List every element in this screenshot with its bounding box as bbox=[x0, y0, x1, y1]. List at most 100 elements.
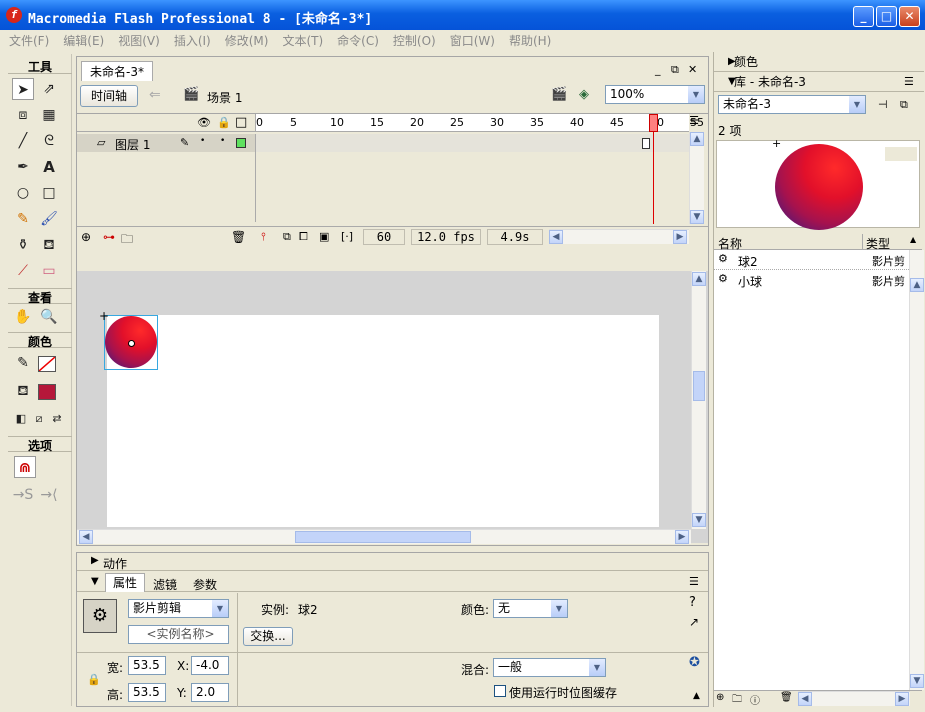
scroll-down-icon[interactable]: ▼ bbox=[692, 513, 706, 527]
timeline-hscroll[interactable]: ◀ ▶ bbox=[549, 229, 689, 244]
new-library-panel-icon[interactable]: ⧉ bbox=[900, 98, 908, 112]
tab-parameters[interactable]: 参数 bbox=[193, 576, 217, 593]
brush-tool-icon[interactable]: 🖌 bbox=[38, 208, 60, 230]
selection-tool-icon[interactable]: ➤ bbox=[12, 78, 34, 100]
scroll-down-icon[interactable]: ▼ bbox=[910, 674, 924, 688]
stroke-color-swatch[interactable] bbox=[38, 356, 56, 372]
layer-lock-dot[interactable]: • bbox=[220, 136, 225, 146]
stage-area[interactable]: + ▲ ▼ ◀ ▶ bbox=[77, 271, 708, 544]
edit-actions-icon[interactable]: ↗ bbox=[689, 615, 699, 629]
scroll-up-icon[interactable]: ▲ bbox=[690, 132, 704, 146]
tab-properties[interactable]: 属性 bbox=[105, 573, 145, 592]
scroll-left-icon[interactable]: ◀ bbox=[79, 530, 93, 544]
constrain-lock-icon[interactable]: 🔒 bbox=[87, 673, 101, 686]
eraser-tool-icon[interactable]: ▭ bbox=[38, 260, 60, 282]
ink-bottle-tool-icon[interactable]: ⚱ bbox=[12, 234, 34, 256]
modify-markers-icon[interactable]: [·] bbox=[341, 230, 353, 243]
doc-restore-icon[interactable]: ⧉ bbox=[671, 63, 679, 77]
hand-tool-icon[interactable]: ✋ bbox=[12, 306, 34, 328]
timeline-button[interactable]: 时间轴 bbox=[80, 85, 138, 107]
onion-outline-icon[interactable]: ⧠ bbox=[299, 230, 308, 244]
selected-instance[interactable] bbox=[104, 315, 158, 370]
edit-scene-icon[interactable]: 🎬 bbox=[551, 87, 567, 102]
frame-ruler[interactable]: 0 51015202530354045505560 bbox=[255, 114, 744, 132]
keyframe-end[interactable] bbox=[642, 138, 650, 149]
zoom-tool-icon[interactable]: 🔍 bbox=[38, 306, 60, 328]
fill-transform-tool-icon[interactable]: ▦ bbox=[38, 104, 60, 126]
menu-modify[interactable]: 修改(M) bbox=[216, 30, 274, 49]
height-field[interactable]: 53.5 bbox=[128, 683, 166, 702]
add-layer-icon[interactable]: ⊕ bbox=[81, 230, 91, 244]
layer-row[interactable]: ▱ 图层 1 ✎ • • bbox=[77, 134, 255, 152]
playhead[interactable] bbox=[649, 114, 658, 132]
tab-filters[interactable]: 滤镜 bbox=[153, 576, 177, 593]
menu-edit[interactable]: 编辑(E) bbox=[54, 30, 109, 49]
pen-tool-icon[interactable]: ✒ bbox=[12, 156, 34, 178]
library-hscroll[interactable]: ◀ ▶ bbox=[798, 691, 910, 706]
collapse-up-icon[interactable]: ▲ bbox=[693, 691, 700, 701]
library-document-select[interactable]: 未命名-3 ▼ bbox=[718, 95, 866, 114]
stage-vscroll[interactable]: ▲ ▼ bbox=[691, 271, 706, 529]
zoom-select[interactable]: 100% ▼ bbox=[605, 85, 705, 104]
scroll-left-icon[interactable]: ◀ bbox=[549, 230, 563, 244]
add-folder-icon[interactable]: 🗀 bbox=[121, 230, 133, 251]
minimize-button[interactable]: _ bbox=[853, 6, 874, 27]
scroll-right-icon[interactable]: ▶ bbox=[895, 692, 909, 706]
timeline-vscroll[interactable]: ▲ ▼ bbox=[689, 132, 704, 224]
free-transform-tool-icon[interactable]: ⧈ bbox=[12, 104, 34, 126]
scroll-up-icon[interactable]: ▲ bbox=[910, 278, 924, 292]
pin-library-icon[interactable]: ⊣ bbox=[878, 98, 888, 111]
eyedropper-tool-icon[interactable]: ⟋ bbox=[12, 260, 34, 282]
new-symbol-icon[interactable]: ⊕ bbox=[716, 692, 724, 703]
rectangle-tool-icon[interactable]: □ bbox=[38, 182, 60, 204]
center-frame-icon[interactable]: ⫯ bbox=[261, 230, 266, 244]
swap-colors-icon[interactable]: ⇄ bbox=[46, 408, 68, 430]
pencil-tool-icon[interactable]: ✎ bbox=[12, 208, 34, 230]
line-tool-icon[interactable]: ╱ bbox=[12, 130, 34, 152]
blend-select[interactable]: 一般 ▼ bbox=[493, 658, 606, 677]
lasso-tool-icon[interactable]: ᘓ bbox=[38, 130, 60, 152]
edit-multiple-icon[interactable]: ▣ bbox=[319, 230, 329, 243]
x-field[interactable]: -4.0 bbox=[191, 656, 229, 675]
doc-close-icon[interactable]: ✕ bbox=[688, 63, 697, 76]
scroll-right-icon[interactable]: ▶ bbox=[673, 230, 687, 244]
straighten-option-icon[interactable]: →⟨ bbox=[38, 484, 60, 506]
panel-menu-icon[interactable]: ☰ bbox=[904, 72, 914, 92]
library-panel-header[interactable]: ▼ 库 - 未命名-3 ☰ bbox=[714, 72, 924, 92]
outline-icon[interactable]: □ bbox=[235, 115, 247, 130]
add-guide-layer-icon[interactable]: ⊶ bbox=[103, 230, 115, 244]
color-panel-header[interactable]: ▶ 颜色 bbox=[714, 52, 924, 72]
scroll-thumb[interactable] bbox=[693, 371, 705, 401]
back-arrow-icon[interactable]: ⇐ bbox=[149, 87, 161, 103]
stage[interactable] bbox=[107, 315, 659, 527]
stroke-color-icon[interactable]: ✎ bbox=[12, 352, 34, 374]
library-vscroll[interactable]: ▲ ▼ bbox=[909, 250, 924, 690]
transform-point[interactable] bbox=[128, 340, 135, 347]
menu-commands[interactable]: 命令(C) bbox=[328, 30, 384, 49]
oval-tool-icon[interactable]: ○ bbox=[12, 182, 34, 204]
edit-symbol-icon[interactable]: ◈ bbox=[579, 87, 589, 102]
paint-bucket-tool-icon[interactable]: ⛾ bbox=[38, 234, 60, 256]
scroll-left-icon[interactable]: ◀ bbox=[798, 692, 812, 706]
swap-button[interactable]: 交换... bbox=[243, 627, 293, 646]
width-field[interactable]: 53.5 bbox=[128, 656, 166, 675]
menu-insert[interactable]: 插入(I) bbox=[165, 30, 216, 49]
preview-controls[interactable] bbox=[885, 147, 917, 161]
layer-outline-swatch[interactable] bbox=[236, 138, 246, 148]
fill-color-icon[interactable]: ⛾ bbox=[12, 380, 34, 402]
fill-color-swatch[interactable] bbox=[38, 384, 56, 400]
menu-view[interactable]: 视图(V) bbox=[109, 30, 165, 49]
eye-icon[interactable]: 👁 bbox=[197, 116, 211, 129]
panel-menu-icon[interactable]: ☰ bbox=[689, 575, 699, 588]
properties-icon[interactable]: ⓘ bbox=[750, 692, 760, 707]
maximize-button[interactable]: □ bbox=[876, 6, 897, 27]
scroll-up-icon[interactable]: ▲ bbox=[692, 272, 706, 286]
doc-minimize-icon[interactable]: _ bbox=[655, 63, 661, 76]
scroll-right-icon[interactable]: ▶ bbox=[675, 530, 689, 544]
subselection-tool-icon[interactable]: ⇗ bbox=[38, 78, 60, 100]
snap-magnet-icon[interactable]: ⋒ bbox=[14, 456, 36, 478]
new-folder-icon[interactable]: 🗀 bbox=[732, 692, 742, 709]
onion-skin-icon[interactable]: ⧉ bbox=[283, 230, 291, 244]
stage-hscroll[interactable]: ◀ ▶ bbox=[77, 529, 691, 544]
close-button[interactable]: ✕ bbox=[899, 6, 920, 27]
